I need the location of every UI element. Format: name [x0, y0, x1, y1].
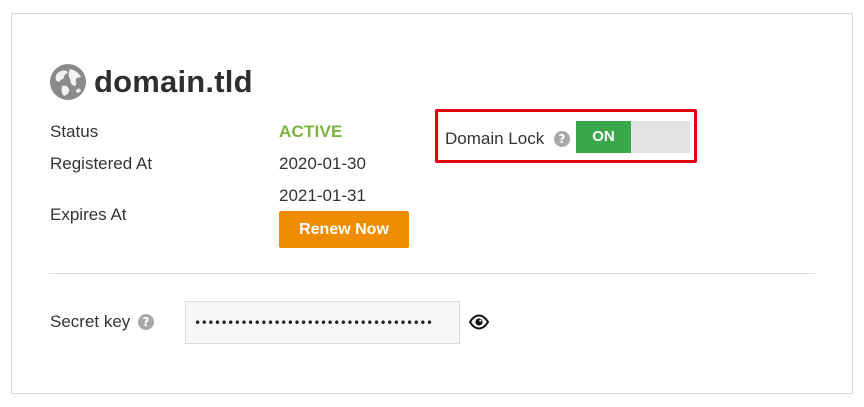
- domain-lock-highlight: Domain Lock ? ON: [435, 109, 697, 163]
- status-value: ACTIVE: [279, 122, 343, 141]
- secret-key-label: Secret key: [50, 312, 131, 331]
- toggle-on-label: ON: [576, 121, 631, 153]
- domain-card: domain.tld Status ACTIVE Registered At 2…: [11, 13, 853, 394]
- status-label: Status: [50, 122, 99, 141]
- expires-at-label: Expires At: [50, 205, 127, 224]
- expires-at-value: 2021-01-31: [279, 186, 366, 205]
- globe-icon: [50, 64, 86, 100]
- registered-at-value: 2020-01-30: [279, 154, 366, 173]
- renew-now-button[interactable]: Renew Now: [279, 211, 409, 248]
- domain-lock-label: Domain Lock: [445, 129, 545, 148]
- secret-key-field[interactable]: [185, 301, 460, 344]
- question-circle-icon[interactable]: ?: [554, 131, 570, 147]
- registered-at-label: Registered At: [50, 154, 153, 173]
- domain-lock-toggle[interactable]: ON: [576, 121, 690, 153]
- domain-header: domain.tld: [50, 64, 253, 100]
- question-circle-icon[interactable]: ?: [138, 314, 154, 330]
- section-divider: [49, 273, 815, 274]
- domain-title: domain.tld: [94, 64, 253, 99]
- eye-icon[interactable]: [468, 314, 490, 330]
